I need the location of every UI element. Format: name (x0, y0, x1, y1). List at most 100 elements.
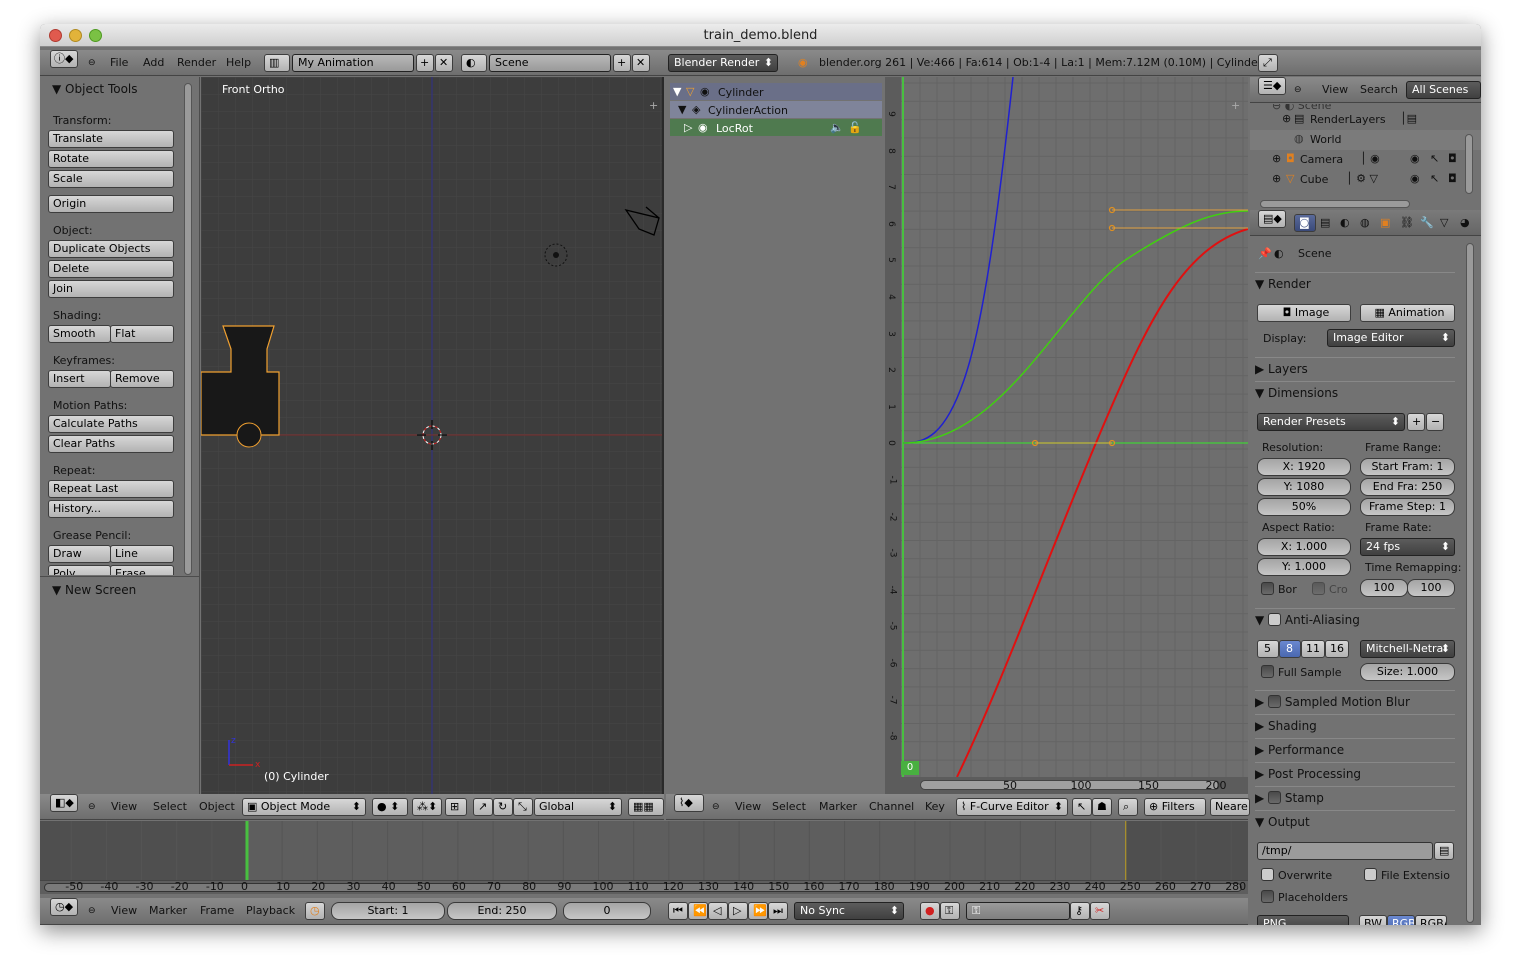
menu-view[interactable]: View (111, 902, 137, 920)
material-tab-icon[interactable]: ◕ (1460, 214, 1470, 232)
keying-set-icon[interactable]: ⚿ (940, 902, 960, 920)
history-button[interactable]: History... (48, 500, 174, 518)
display-mode-select[interactable]: All Scenes (1406, 81, 1481, 99)
render-icon[interactable]: ◘ (1448, 172, 1457, 185)
menu-add[interactable]: Add (143, 54, 164, 72)
scene-icon[interactable]: ◐ (461, 54, 487, 72)
clear-paths-button[interactable]: Clear Paths (48, 435, 174, 453)
active-keying-set-field[interactable]: ⚿ (966, 902, 1070, 920)
delete-scene-icon[interactable]: ✕ (632, 54, 650, 72)
channel-cylinder[interactable]: Cylinder (718, 86, 764, 99)
timeline-area[interactable] (40, 821, 1248, 881)
collapse-icon[interactable]: ⊖ (88, 902, 96, 920)
color-bw-button[interactable]: BW (1359, 915, 1387, 925)
resolution-percentage-field[interactable]: 50% (1257, 498, 1351, 516)
menu-view[interactable]: View (1322, 81, 1348, 99)
tool-shelf-scrollbar[interactable] (184, 83, 192, 575)
menu-search[interactable]: Search (1360, 81, 1398, 99)
manipulator-icon[interactable]: ⊞ (445, 798, 467, 816)
scene-name-field[interactable]: Scene (489, 54, 611, 72)
render-animation-button[interactable]: ▦ Animation (1360, 304, 1455, 322)
render-presets-select[interactable]: Render Presets ⬍ (1257, 413, 1405, 431)
graph-editor[interactable]: 9 8 7 6 5 4 3 2 1 0 -1 -2 -3 -4 -5 -6 -7 -8 50 100 150 200 0… (885, 77, 1248, 794)
menu-file[interactable]: File (110, 54, 128, 72)
pin-icon[interactable]: 📌 (1258, 247, 1272, 260)
display-select[interactable]: Image Editor ⬍ (1327, 329, 1455, 347)
object-mode-select[interactable]: ▣ Object Mode ⬍ (242, 798, 366, 816)
scale-manipulator-icon[interactable]: ⤡ (513, 798, 533, 816)
renderlayer-toggle-icon[interactable]: │▤ (1400, 112, 1417, 125)
next-keyframe-icon[interactable]: ⏩ (748, 902, 768, 920)
filter-size-field[interactable]: Size: 1.000 (1360, 663, 1455, 681)
jump-start-icon[interactable]: ⏮ (668, 902, 688, 920)
remove-preset-icon[interactable]: − (1426, 413, 1444, 431)
output-panel-header[interactable]: ▼ Output (1255, 810, 1455, 832)
selectable-icon[interactable]: ↖ (1430, 152, 1439, 165)
visible-icon[interactable]: ◉ (1410, 152, 1420, 165)
menu-frame[interactable]: Frame (200, 902, 234, 920)
outliner-v-scrollbar[interactable] (1465, 134, 1473, 194)
resolution-x-field[interactable]: X: 1920 (1257, 458, 1351, 476)
overwrite-checkbox[interactable] (1261, 868, 1274, 881)
fullscreen-icon[interactable]: ⤢ (1258, 54, 1278, 72)
flat-button[interactable]: Flat (110, 325, 174, 343)
menu-view[interactable]: View (735, 798, 761, 816)
draw-button[interactable]: Draw (48, 545, 111, 563)
delete-button[interactable]: Delete (48, 260, 174, 278)
dimensions-panel-header[interactable]: ▼ Dimensions (1255, 381, 1455, 403)
outliner-camera[interactable]: Camera (1300, 153, 1343, 166)
filters-button[interactable]: ⊕ Filters (1144, 798, 1206, 816)
data-tab-icon[interactable]: ▽ (1440, 214, 1448, 232)
aa-samples-16[interactable]: 16 (1325, 640, 1349, 658)
3d-view-editor-icon[interactable]: ◧◆ (50, 794, 78, 812)
duplicate-objects-button[interactable]: Duplicate Objects (48, 240, 174, 258)
render-panel-header[interactable]: ▼ Render (1255, 272, 1455, 294)
layers-panel-header[interactable]: ▶ Layers (1255, 357, 1455, 379)
delete-screen-icon[interactable]: ✕ (435, 54, 453, 72)
color-rgba-button[interactable]: RGBA (1415, 915, 1447, 925)
performance-panel-header[interactable]: ▶ Performance (1255, 738, 1455, 760)
visibility-icon[interactable]: ◉ (698, 121, 708, 134)
visibility-icon[interactable]: ◉ (700, 85, 710, 98)
lock-icon[interactable]: 🔓 (848, 121, 862, 134)
insert-keyframe-icon[interactable]: ⚷ (1070, 902, 1090, 920)
menu-key[interactable]: Key (925, 798, 945, 816)
file-browse-icon[interactable]: ▤ (1434, 842, 1454, 860)
screen-layout-icon[interactable]: ▥ (264, 54, 290, 72)
color-rgb-button[interactable]: RGB (1387, 915, 1415, 925)
scale-button[interactable]: Scale (48, 170, 174, 188)
stamp-checkbox[interactable] (1268, 791, 1282, 804)
frame-rate-select[interactable]: 24 fps ⬍ (1360, 538, 1455, 556)
outliner-editor-icon[interactable]: ☰◆ (1258, 77, 1286, 95)
border-checkbox[interactable] (1261, 582, 1274, 595)
channel-group-row[interactable]: ▷ ◉ LocRot 🔈 🔓 (670, 119, 882, 136)
repeat-last-button[interactable]: Repeat Last (48, 480, 174, 498)
play-reverse-icon[interactable]: ◁ (708, 902, 728, 920)
properties-scrollbar[interactable] (1466, 243, 1474, 923)
properties-editor-icon[interactable]: ▤◆ (1258, 210, 1286, 228)
add-scene-icon[interactable]: + (613, 54, 631, 72)
outliner-tree[interactable]: ⊖ ◐ Scene ⊕ ▤ RenderLayers │▤ ◍ World ⊕ … (1250, 104, 1481, 210)
rotate-button[interactable]: Rotate (48, 150, 174, 168)
line-button[interactable]: Line (110, 545, 174, 563)
aspect-x-field[interactable]: X: 1.000 (1257, 538, 1351, 556)
constraints-tab-icon[interactable]: ⛓ (1400, 214, 1414, 232)
full-sample-checkbox[interactable] (1261, 665, 1274, 678)
preview-range-icon[interactable]: ◷ (305, 902, 325, 920)
current-frame-badge[interactable]: 0 (901, 761, 919, 775)
channel-object-row[interactable]: ▼ ▽ ◉ Cylinder (670, 83, 882, 100)
end-frame-field[interactable]: End: 250 (447, 902, 557, 920)
add-preset-icon[interactable]: + (1407, 413, 1425, 431)
new-screen-header[interactable]: ▼ New Screen (52, 583, 136, 597)
channel-action-row[interactable]: ▼ ◈ CylinderAction (670, 101, 882, 118)
scene-tab-icon[interactable]: ◐ (1340, 214, 1350, 232)
anti-aliasing-checkbox[interactable] (1268, 613, 1282, 626)
world-tab-icon[interactable]: ◍ (1360, 214, 1370, 232)
menu-render[interactable]: Render (177, 54, 216, 72)
sampled-motion-blur-checkbox[interactable] (1268, 695, 1282, 708)
erase-button[interactable]: Erase (110, 565, 174, 575)
channel-locrot[interactable]: LocRot (716, 122, 753, 135)
outliner-world[interactable]: World (1310, 133, 1342, 146)
expand-icon[interactable]: ⊕ (1272, 152, 1281, 165)
current-frame-field[interactable]: 0 (563, 902, 651, 920)
